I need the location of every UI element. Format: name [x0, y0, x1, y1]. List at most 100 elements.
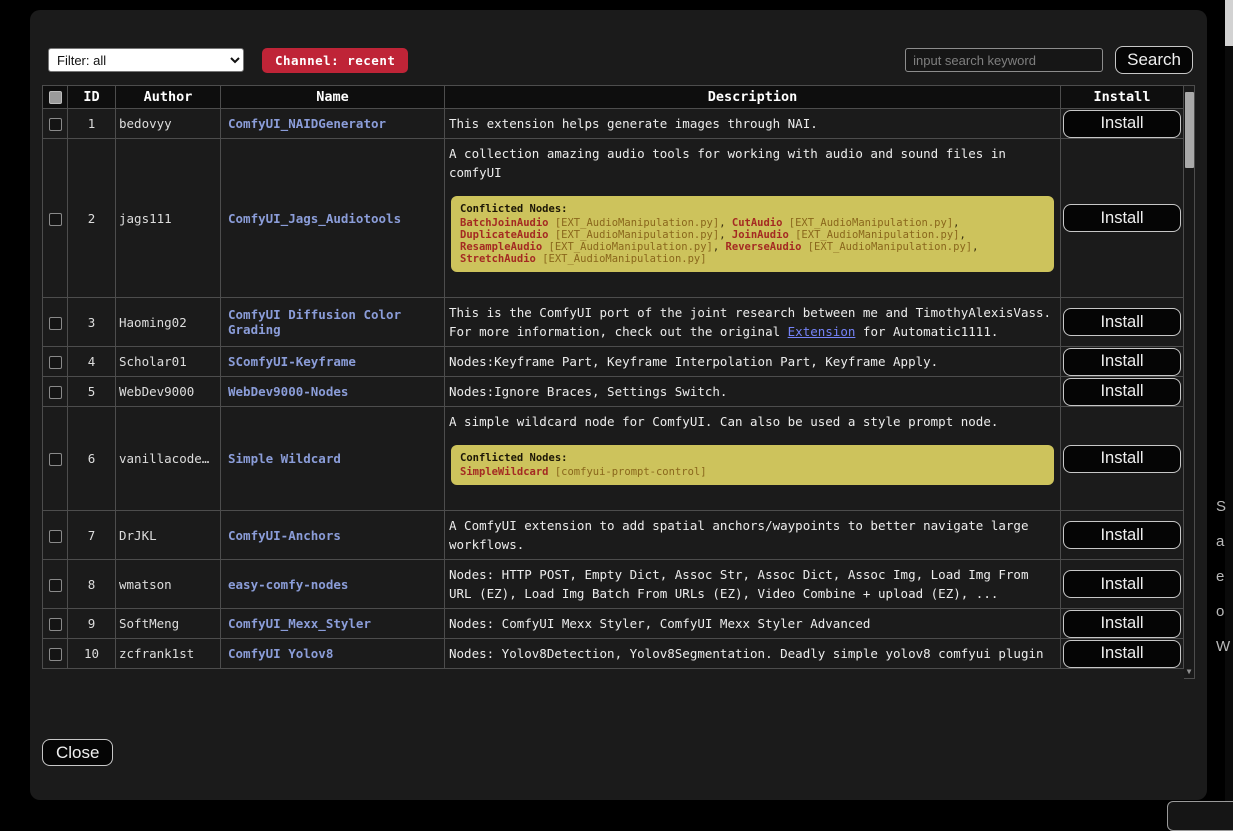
description-text: Nodes: Yolov8Detection, Yolov8Segmentati…	[449, 644, 1056, 663]
row-author: vanillacode…	[116, 407, 221, 511]
table-scrollbar-thumb[interactable]	[1185, 92, 1194, 168]
conflict-source: [EXT_AudioManipulation.py]	[542, 253, 706, 265]
node-name-link[interactable]: ComfyUI_NAIDGenerator	[228, 116, 386, 131]
row-description-cell: Nodes:Ignore Braces, Settings Switch.	[445, 377, 1061, 407]
description-text: A collection amazing audio tools for wor…	[449, 144, 1056, 182]
search-button[interactable]: Search	[1115, 46, 1193, 74]
conflict-node-name: ResampleAudio	[460, 241, 542, 253]
row-author: Scholar01	[116, 347, 221, 377]
search-input[interactable]	[905, 48, 1103, 72]
conflict-node-name: CutAudio	[732, 217, 783, 229]
row-checkbox[interactable]	[49, 648, 62, 661]
node-name-link[interactable]: ComfyUI_Jags_Audiotools	[228, 211, 401, 226]
table-row: 8wmatsoneasy-comfy-nodesNodes: HTTP POST…	[43, 560, 1184, 609]
row-name-cell: Simple Wildcard	[221, 407, 445, 511]
node-name-link[interactable]: ComfyUI Yolov8	[228, 646, 333, 661]
row-id: 4	[68, 347, 116, 377]
row-checkbox[interactable]	[49, 356, 62, 369]
background-clipped-button	[1167, 801, 1233, 831]
row-description-cell: This is the ComfyUI port of the joint re…	[445, 298, 1061, 347]
row-install-cell: Install	[1061, 609, 1184, 639]
select-all-checkbox[interactable]	[49, 91, 62, 104]
row-id: 5	[68, 377, 116, 407]
install-button[interactable]: Install	[1063, 610, 1181, 638]
table-row: 7DrJKLComfyUI-AnchorsA ComfyUI extension…	[43, 511, 1184, 560]
row-checkbox[interactable]	[49, 579, 62, 592]
row-checkbox[interactable]	[49, 453, 62, 466]
install-button[interactable]: Install	[1063, 445, 1181, 473]
conflict-node-name: ReverseAudio	[726, 241, 802, 253]
install-button[interactable]: Install	[1063, 110, 1181, 138]
node-name-link[interactable]: ComfyUI_Mexx_Styler	[228, 616, 371, 631]
node-name-link[interactable]: WebDev9000-Nodes	[228, 384, 348, 399]
close-button[interactable]: Close	[42, 739, 113, 766]
row-checkbox[interactable]	[49, 618, 62, 631]
description-text: Nodes:Keyframe Part, Keyframe Interpolat…	[449, 352, 1056, 371]
conflict-source: [EXT_AudioManipulation.py]	[555, 229, 719, 241]
conflicted-nodes-box: Conflicted Nodes: BatchJoinAudio [EXT_Aud…	[451, 196, 1054, 272]
background-letter: a	[1216, 533, 1224, 550]
row-install-cell: Install	[1061, 139, 1184, 298]
conflict-node-name: DuplicateAudio	[460, 229, 549, 241]
install-button[interactable]: Install	[1063, 348, 1181, 376]
description-text: Nodes: HTTP POST, Empty Dict, Assoc Str,…	[449, 565, 1056, 603]
install-button[interactable]: Install	[1063, 640, 1181, 668]
table-row: 10zcfrank1stComfyUI Yolov8Nodes: Yolov8D…	[43, 639, 1184, 669]
install-button[interactable]: Install	[1063, 308, 1181, 336]
row-name-cell: ComfyUI_Mexx_Styler	[221, 609, 445, 639]
channel-badge[interactable]: Channel: recent	[262, 48, 408, 73]
row-checkbox[interactable]	[49, 118, 62, 131]
row-checkbox[interactable]	[49, 213, 62, 226]
page-scrollbar[interactable]	[1225, 0, 1233, 815]
node-name-link[interactable]: Simple Wildcard	[228, 451, 341, 466]
row-install-cell: Install	[1061, 639, 1184, 669]
external-extension-link[interactable]: Extension	[788, 324, 856, 339]
table-row: 1bedovyyComfyUI_NAIDGeneratorThis extens…	[43, 109, 1184, 139]
row-author: DrJKL	[116, 511, 221, 560]
scroll-down-arrow-icon[interactable]: ▼	[1184, 667, 1194, 676]
row-checkbox[interactable]	[49, 317, 62, 330]
row-name-cell: SComfyUI-Keyframe	[221, 347, 445, 377]
row-checkbox[interactable]	[49, 530, 62, 543]
row-author: jags111	[116, 139, 221, 298]
row-description-cell: Nodes: Yolov8Detection, Yolov8Segmentati…	[445, 639, 1061, 669]
header-author: Author	[116, 86, 221, 109]
node-name-link[interactable]: easy-comfy-nodes	[228, 577, 348, 592]
row-description-cell: A ComfyUI extension to add spatial ancho…	[445, 511, 1061, 560]
row-checkbox[interactable]	[49, 386, 62, 399]
page-scrollbar-thumb[interactable]	[1225, 0, 1233, 46]
row-name-cell: ComfyUI_Jags_Audiotools	[221, 139, 445, 298]
conflict-node-name: BatchJoinAudio	[460, 217, 549, 229]
header-description: Description	[445, 86, 1061, 109]
conflict-title: Conflicted Nodes:	[460, 203, 1045, 215]
description-text: Nodes:Ignore Braces, Settings Switch.	[449, 382, 1056, 401]
conflict-node-name: JoinAudio	[732, 229, 789, 241]
row-description-cell: Nodes:Keyframe Part, Keyframe Interpolat…	[445, 347, 1061, 377]
node-name-link[interactable]: ComfyUI Diffusion Color Grading	[228, 307, 401, 337]
row-author: zcfrank1st	[116, 639, 221, 669]
row-author: wmatson	[116, 560, 221, 609]
node-name-link[interactable]: ComfyUI-Anchors	[228, 528, 341, 543]
row-id: 9	[68, 609, 116, 639]
table-row: 9SoftMengComfyUI_Mexx_StylerNodes: Comfy…	[43, 609, 1184, 639]
row-name-cell: ComfyUI-Anchors	[221, 511, 445, 560]
background-letter: W	[1216, 638, 1230, 655]
install-button[interactable]: Install	[1063, 570, 1181, 598]
conflict-source: [EXT_AudioManipulation.py]	[789, 217, 953, 229]
install-button[interactable]: Install	[1063, 378, 1181, 406]
conflict-list: SimpleWildcard [comfyui-prompt-control]	[460, 466, 1045, 478]
install-button[interactable]: Install	[1063, 521, 1181, 549]
row-name-cell: ComfyUI Yolov8	[221, 639, 445, 669]
row-install-cell: Install	[1061, 407, 1184, 511]
table-scrollbar[interactable]: ▼	[1184, 85, 1195, 679]
row-description-cell: Nodes: HTTP POST, Empty Dict, Assoc Str,…	[445, 560, 1061, 609]
row-name-cell: WebDev9000-Nodes	[221, 377, 445, 407]
install-button[interactable]: Install	[1063, 204, 1181, 232]
node-name-link[interactable]: SComfyUI-Keyframe	[228, 354, 356, 369]
filter-dropdown[interactable]: Filter: all	[48, 48, 244, 72]
conflicted-nodes-box: Conflicted Nodes:SimpleWildcard [comfyui…	[451, 445, 1054, 485]
description-text: Nodes: ComfyUI Mexx Styler, ComfyUI Mexx…	[449, 614, 1056, 633]
header-name: Name	[221, 86, 445, 109]
select-all-header-cell	[43, 86, 68, 109]
row-author: WebDev9000	[116, 377, 221, 407]
